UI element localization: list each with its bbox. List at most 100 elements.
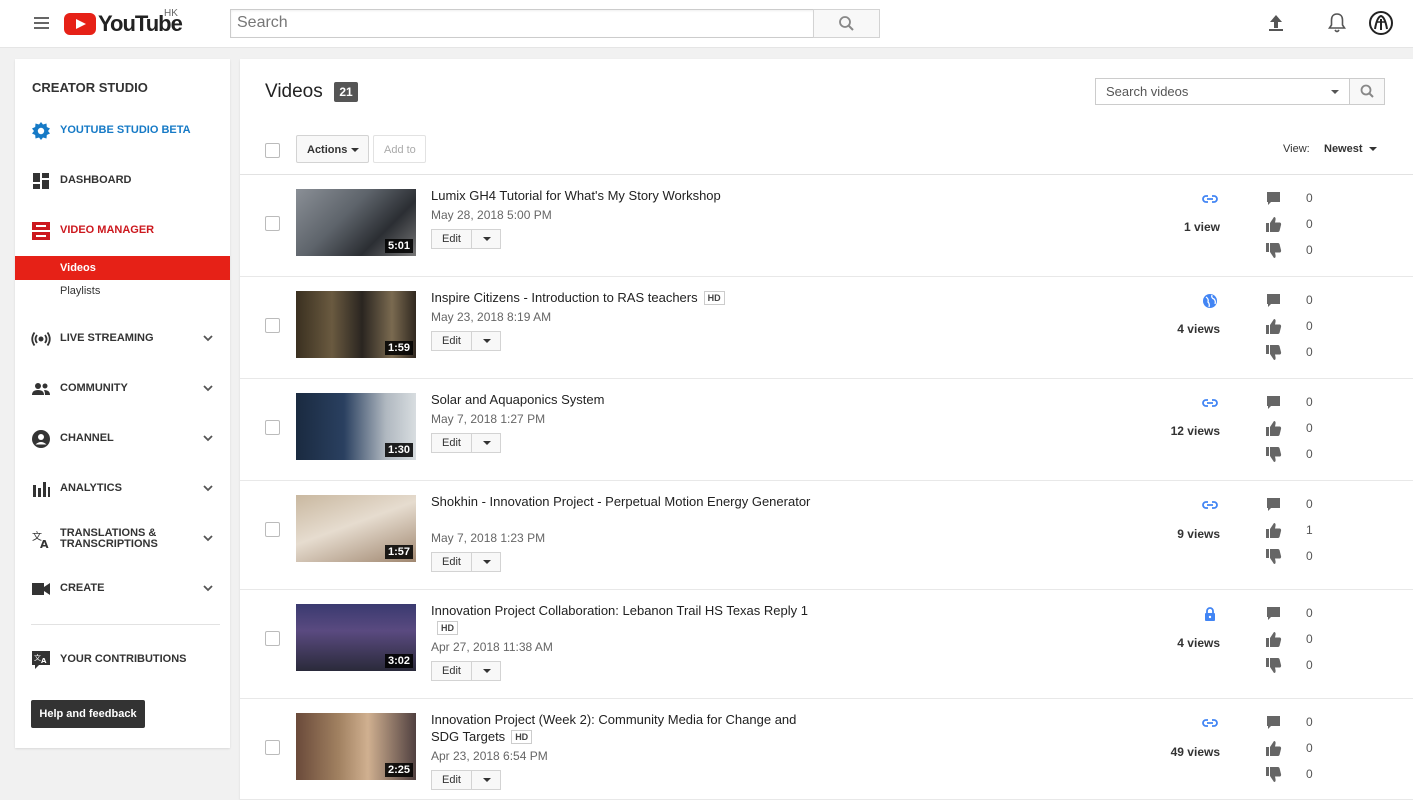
video-title[interactable]: Inspire Citizens - Introduction to RAS t… [431, 289, 811, 306]
video-thumbnail[interactable]: 1:57 [296, 495, 416, 562]
select-all-checkbox[interactable] [265, 143, 280, 158]
row-checkbox[interactable] [265, 522, 280, 537]
video-title[interactable]: Lumix GH4 Tutorial for What's My Story W… [431, 187, 811, 204]
edit-dropdown-icon[interactable] [471, 433, 501, 453]
edit-dropdown-icon[interactable] [471, 552, 501, 572]
hd-badge: HD [437, 621, 458, 635]
sidebar-item-translations[interactable]: 文A TRANSLATIONS & TRANSCRIPTIONS [15, 524, 230, 554]
comment-icon[interactable] [1265, 605, 1282, 622]
menu-icon[interactable] [34, 17, 49, 29]
upload-icon[interactable] [1266, 13, 1286, 33]
actions-dropdown[interactable]: Actions [296, 135, 369, 163]
thumbs-down-icon[interactable] [1265, 657, 1282, 674]
video-thumbnail[interactable]: 1:59 [296, 291, 416, 358]
chevron-down-icon[interactable] [202, 482, 214, 494]
sidebar-item-studio-beta[interactable]: YOUTUBE STUDIO BETA [15, 116, 230, 146]
comment-icon[interactable] [1265, 394, 1282, 411]
link-icon[interactable] [1201, 496, 1219, 514]
comment-icon[interactable] [1265, 190, 1282, 207]
video-row: 5:01 Lumix GH4 Tutorial for What's My Sto… [240, 175, 1413, 277]
search-videos-input[interactable]: Search videos [1095, 78, 1350, 105]
edit-button[interactable]: Edit [431, 770, 472, 790]
sidebar-item-community[interactable]: COMMUNITY [15, 374, 230, 404]
video-row: 1:59 Inspire Citizens - Introduction to R… [240, 277, 1413, 379]
edit-button[interactable]: Edit [431, 552, 472, 572]
row-checkbox[interactable] [265, 216, 280, 231]
view-count[interactable]: 49 views [1120, 745, 1220, 759]
comment-icon[interactable] [1265, 292, 1282, 309]
row-checkbox[interactable] [265, 420, 280, 435]
thumbs-up-icon[interactable] [1265, 318, 1282, 335]
add-to-button[interactable]: Add to [373, 135, 426, 163]
help-feedback-button[interactable]: Help and feedback [31, 700, 145, 728]
sidebar-item-label: Playlists [60, 285, 101, 297]
search-input[interactable]: Search [230, 9, 814, 38]
comment-icon[interactable] [1265, 714, 1282, 731]
view-count[interactable]: 1 view [1120, 220, 1220, 234]
like-count: 0 [1306, 217, 1313, 231]
duration-badge: 2:25 [384, 763, 413, 777]
sidebar-item-video-manager[interactable]: VIDEO MANAGER [15, 216, 230, 246]
search-videos-button[interactable] [1349, 78, 1385, 105]
video-thumbnail[interactable]: 3:02 [296, 604, 416, 671]
thumbs-up-icon[interactable] [1265, 216, 1282, 233]
thumbs-up-icon[interactable] [1265, 631, 1282, 648]
link-icon[interactable] [1201, 190, 1219, 208]
view-count[interactable]: 4 views [1120, 636, 1220, 650]
video-title[interactable]: Innovation Project (Week 2): Community M… [431, 711, 811, 745]
edit-dropdown-icon[interactable] [471, 229, 501, 249]
view-sort-value: Newest [1324, 143, 1363, 155]
chevron-down-icon[interactable] [202, 582, 214, 594]
search-videos-dropdown-icon[interactable] [1331, 90, 1339, 94]
row-checkbox[interactable] [265, 740, 280, 755]
globe-icon[interactable] [1201, 292, 1219, 310]
edit-button[interactable]: Edit [431, 331, 472, 351]
view-count[interactable]: 4 views [1120, 322, 1220, 336]
chevron-down-icon[interactable] [202, 532, 214, 544]
link-icon[interactable] [1201, 714, 1219, 732]
thumbs-up-icon[interactable] [1265, 740, 1282, 757]
link-icon[interactable] [1201, 394, 1219, 412]
youtube-logo[interactable]: YouTube HK [64, 8, 183, 36]
row-checkbox[interactable] [265, 318, 280, 333]
video-title[interactable]: Innovation Project Collaboration: Lebano… [431, 602, 811, 636]
lock-icon[interactable] [1201, 605, 1219, 623]
video-title[interactable]: Solar and Aquaponics System [431, 391, 811, 408]
thumbs-down-icon[interactable] [1265, 242, 1282, 259]
edit-dropdown-icon[interactable] [471, 770, 501, 790]
chevron-down-icon[interactable] [202, 382, 214, 394]
video-thumbnail[interactable]: 2:25 [296, 713, 416, 780]
sidebar-item-analytics[interactable]: ANALYTICS [15, 474, 230, 504]
thumbs-up-icon[interactable] [1265, 522, 1282, 539]
sidebar-item-channel[interactable]: CHANNEL [15, 424, 230, 454]
sidebar-item-your-contributions[interactable]: 文A YOUR CONTRIBUTIONS [15, 645, 230, 675]
edit-button[interactable]: Edit [431, 661, 472, 681]
chevron-down-icon[interactable] [202, 332, 214, 344]
sidebar-item-videos[interactable]: Videos [15, 256, 230, 280]
view-count[interactable]: 9 views [1120, 527, 1220, 541]
search-button[interactable] [813, 9, 880, 38]
bell-icon[interactable] [1327, 12, 1347, 34]
video-thumbnail[interactable]: 1:30 [296, 393, 416, 460]
video-thumbnail[interactable]: 5:01 [296, 189, 416, 256]
chevron-down-icon[interactable] [202, 432, 214, 444]
comment-icon[interactable] [1265, 496, 1282, 513]
edit-dropdown-icon[interactable] [471, 331, 501, 351]
view-count[interactable]: 12 views [1120, 424, 1220, 438]
edit-dropdown-icon[interactable] [471, 661, 501, 681]
video-title[interactable]: Shokhin - Innovation Project - Perpetual… [431, 493, 811, 510]
thumbs-up-icon[interactable] [1265, 420, 1282, 437]
edit-button[interactable]: Edit [431, 229, 472, 249]
edit-button[interactable]: Edit [431, 433, 472, 453]
sidebar-item-dashboard[interactable]: DASHBOARD [15, 166, 230, 196]
sidebar-item-live-streaming[interactable]: LIVE STREAMING [15, 324, 230, 354]
thumbs-down-icon[interactable] [1265, 766, 1282, 783]
row-checkbox[interactable] [265, 631, 280, 646]
thumbs-down-icon[interactable] [1265, 344, 1282, 361]
sidebar-item-create[interactable]: CREATE [15, 574, 230, 604]
avatar[interactable] [1369, 11, 1393, 35]
sidebar-item-playlists[interactable]: Playlists [15, 279, 230, 303]
view-sort-dropdown[interactable]: Newest [1324, 143, 1377, 155]
thumbs-down-icon[interactable] [1265, 548, 1282, 565]
thumbs-down-icon[interactable] [1265, 446, 1282, 463]
